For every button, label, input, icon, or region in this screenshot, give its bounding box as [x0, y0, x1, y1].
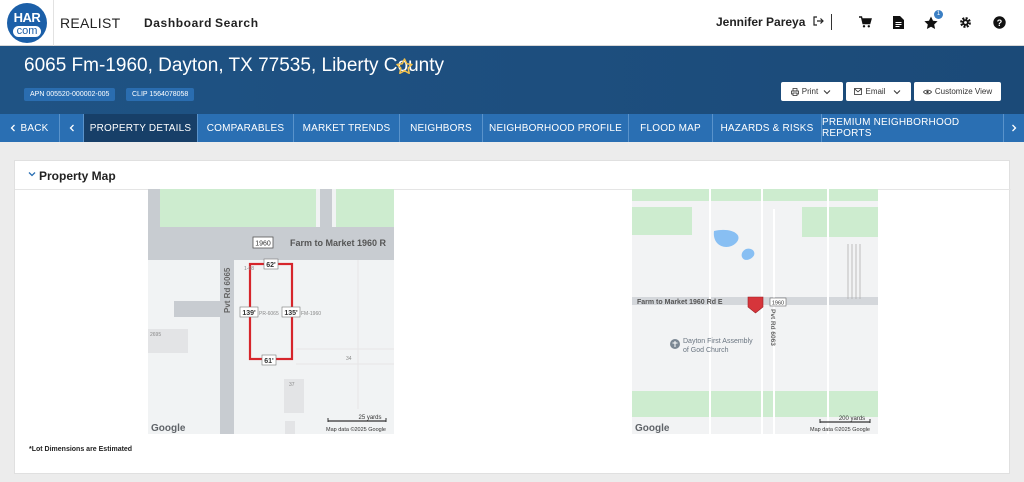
property-address: 6065 Fm-1960, Dayton, TX 77535, Liberty … [24, 55, 445, 76]
customize-view-label: Customize View [934, 87, 993, 96]
tab-market-trends[interactable]: MARKET TRENDS [294, 114, 400, 142]
tab-hazards-risks[interactable]: HAZARDS & RISKS [713, 114, 822, 142]
map-attribution: Map data ©2025 Google [326, 426, 386, 433]
parcel-number-34: 34 [346, 356, 352, 362]
area-road-label: Farm to Market 1960 Rd E [637, 299, 723, 306]
tab-bar: BACK PROPERTY DETAILS COMPARABLES MARKET… [0, 114, 1024, 142]
property-map-header[interactable]: Property Map [15, 161, 1011, 190]
toolbar-divider [831, 14, 832, 30]
property-map-title: Property Map [39, 169, 116, 183]
print-button[interactable]: Print [781, 82, 843, 101]
tab-neighborhood-profile[interactable]: NEIGHBORHOOD PROFILE [483, 114, 629, 142]
logo-text-bottom: com [13, 26, 41, 37]
tab-flood-map[interactable]: FLOOD MAP [629, 114, 713, 142]
property-header: 6065 Fm-1960, Dayton, TX 77535, Liberty … [0, 46, 1024, 114]
help-icon[interactable]: ? [989, 12, 1009, 32]
route-shield-1960: 1960 [255, 241, 271, 248]
area-location-map[interactable]: Farm to Market 1960 Rd E 1960 Pvt Rd 606… [632, 189, 878, 434]
area-map-attribution: Map data ©2025 Google [810, 426, 870, 433]
area-route-shield: 1960 [772, 301, 784, 307]
tab-premium-neighborhood-reports[interactable]: PREMIUM NEIGHBORHOOD REPORTS [822, 114, 1004, 142]
road-label-fm1960: Farm to Market 1960 R [290, 238, 387, 248]
email-label: Email [865, 87, 886, 96]
parcel-label-fm1960: FM-1960 [301, 311, 321, 317]
chevron-left-icon [11, 124, 16, 132]
chevron-down-icon [893, 89, 900, 94]
nav-search[interactable]: Search [215, 16, 259, 30]
area-google-logo: Google [635, 423, 670, 434]
chevron-right-icon [1012, 124, 1017, 132]
user-menu[interactable]: Jennifer Pareya [716, 15, 824, 29]
lot-dimension-map[interactable]: 1960 Farm to Market 1960 R Pvt Rd 6065 6… [148, 189, 394, 434]
property-map-card: Property Map 1960 Farm to Market 1960 R … [14, 160, 1011, 474]
document-icon[interactable] [888, 12, 908, 32]
area-scale-label: 200 yards [839, 416, 865, 422]
back-button[interactable]: BACK [0, 114, 60, 142]
parcel-number-2695: 2695 [150, 332, 161, 338]
lot-number-label: 1-68 [244, 266, 254, 272]
email-button[interactable]: Email [846, 82, 911, 101]
top-bar: HAR com REALIST Dashboard Search Jennife… [0, 0, 1024, 46]
logo-divider [53, 0, 54, 46]
user-name: Jennifer Pareya [716, 15, 806, 29]
gear-icon[interactable] [955, 12, 975, 32]
envelope-icon [854, 88, 863, 95]
chevron-down-icon [823, 89, 831, 94]
logout-icon[interactable] [813, 16, 824, 29]
eye-icon [922, 89, 932, 94]
clip-badge: CLIP 1564078058 [126, 88, 195, 101]
parcel-label: PR-6065 [259, 311, 279, 317]
chevron-down-icon [28, 172, 36, 177]
printer-icon [790, 87, 799, 96]
lot-dimension-top: 62' [266, 262, 276, 269]
lot-dimension-left: 139' [242, 310, 256, 317]
google-logo: Google [151, 423, 186, 434]
tabs-scroll-right[interactable] [1004, 114, 1024, 142]
print-label: Print [801, 87, 819, 96]
har-logo[interactable]: HAR com [7, 3, 47, 43]
lot-dimension-right: 135' [284, 310, 298, 317]
cart-icon[interactable] [855, 12, 875, 32]
poi-label-line2: of God Church [683, 347, 729, 354]
chevron-left-icon [69, 124, 74, 132]
favorite-star-icon[interactable] [396, 58, 413, 79]
tab-comparables[interactable]: COMPARABLES [198, 114, 294, 142]
apn-badge: APN 005520-000002-005 [24, 88, 116, 101]
map-scale-label: 25 yards [358, 415, 381, 421]
parcel-number-37: 37 [289, 382, 295, 388]
nav-dashboard[interactable]: Dashboard [144, 16, 212, 30]
lot-dimensions-note: *Lot Dimensions are Estimated [29, 446, 133, 453]
svg-text:?: ? [996, 17, 1002, 27]
logo-text-top: HAR [13, 10, 41, 25]
brand-name: REALIST [60, 15, 121, 31]
favorites-count-badge: 1 [934, 10, 943, 19]
back-label: BACK [20, 122, 49, 134]
area-road-label-pvt-6063: Pvt Rd 6063 [769, 309, 776, 346]
customize-view-button[interactable]: Customize View [914, 82, 1001, 101]
tab-property-details[interactable]: PROPERTY DETAILS [84, 114, 198, 142]
tab-neighbors[interactable]: NEIGHBORS [400, 114, 483, 142]
lot-dimension-bottom: 61' [264, 358, 274, 365]
tabs-scroll-left[interactable] [61, 114, 84, 142]
road-label-pvt-6065: Pvt Rd 6065 [223, 267, 232, 313]
poi-label-line1: Dayton First Assembly [683, 338, 753, 345]
